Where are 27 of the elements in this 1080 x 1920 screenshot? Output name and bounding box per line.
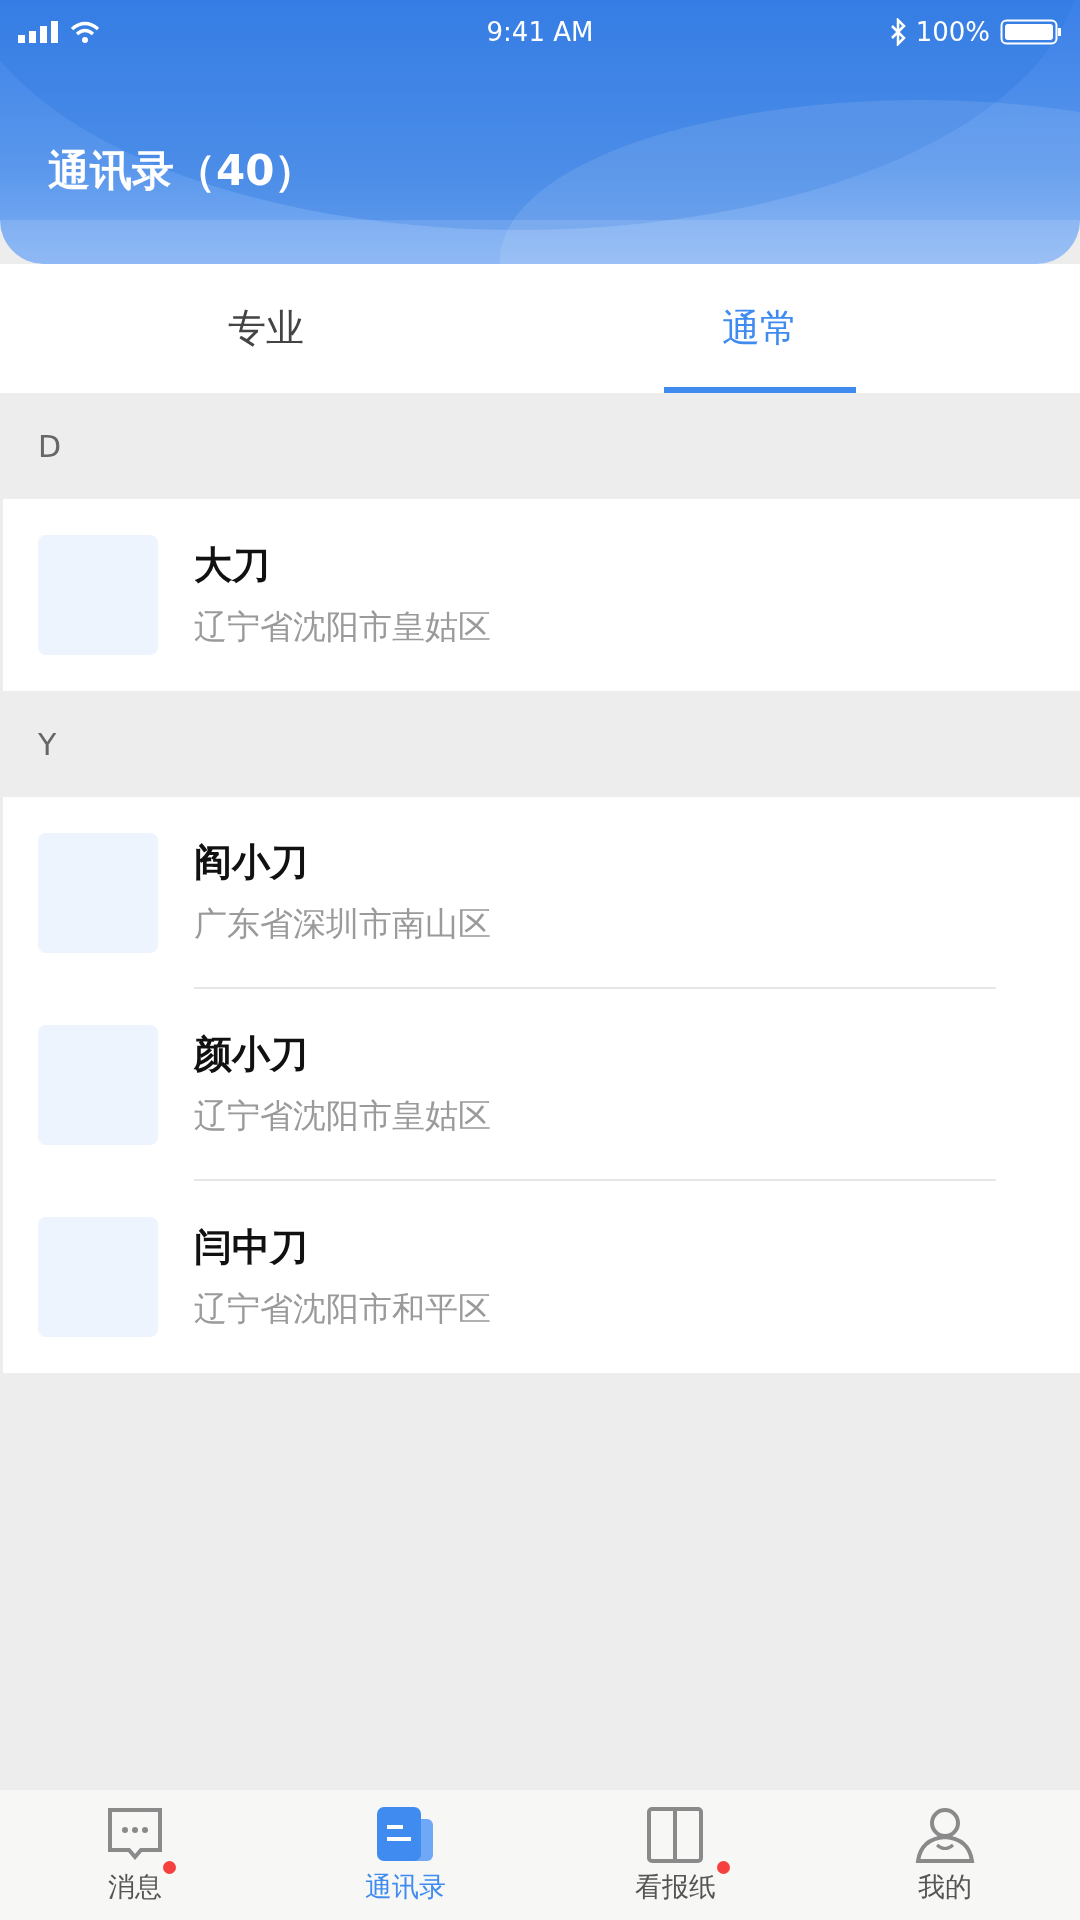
nav-item[interactable]: 看报纸 xyxy=(540,1790,810,1920)
page-title: 通讯录（40） xyxy=(48,150,318,192)
bluetooth-icon xyxy=(889,18,906,46)
contact-address: 辽宁省沈阳市和平区 xyxy=(194,1288,492,1330)
contact-address: 广东省深圳市南山区 xyxy=(194,903,492,945)
contact-name: 闫中刀 xyxy=(194,1224,309,1271)
contact-item[interactable]: 大刀 辽宁省沈阳市皇姑区 xyxy=(3,499,1080,691)
contact-name: 大刀 xyxy=(194,542,271,589)
contact-address: 辽宁省沈阳市皇姑区 xyxy=(194,606,492,648)
battery-percent: 100% xyxy=(915,17,990,47)
contact-item[interactable]: 阎小刀 广东省深圳市南山区 xyxy=(3,797,1080,989)
contact-item[interactable]: 颜小刀 辽宁省沈阳市皇姑区 xyxy=(3,989,1080,1181)
book-icon xyxy=(645,1805,705,1865)
section-letter: D xyxy=(38,428,62,464)
contact-name: 阎小刀 xyxy=(194,839,309,886)
section-letter: Y xyxy=(38,726,57,762)
nav-item[interactable]: 消息 xyxy=(0,1790,270,1920)
nav-item[interactable]: 我的 xyxy=(810,1790,1080,1920)
user-icon xyxy=(915,1805,975,1865)
tab[interactable]: 专业 xyxy=(19,264,513,393)
contact-item[interactable]: 闫中刀 辽宁省沈阳市和平区 xyxy=(3,1181,1080,1373)
status-time: 9:41 AM xyxy=(486,17,594,47)
wifi-icon xyxy=(70,21,100,43)
battery-icon xyxy=(1000,19,1062,45)
signal-icon xyxy=(18,21,60,43)
contact-name: 颜小刀 xyxy=(194,1031,309,1078)
contact-address: 辽宁省沈阳市皇姑区 xyxy=(194,1095,492,1137)
